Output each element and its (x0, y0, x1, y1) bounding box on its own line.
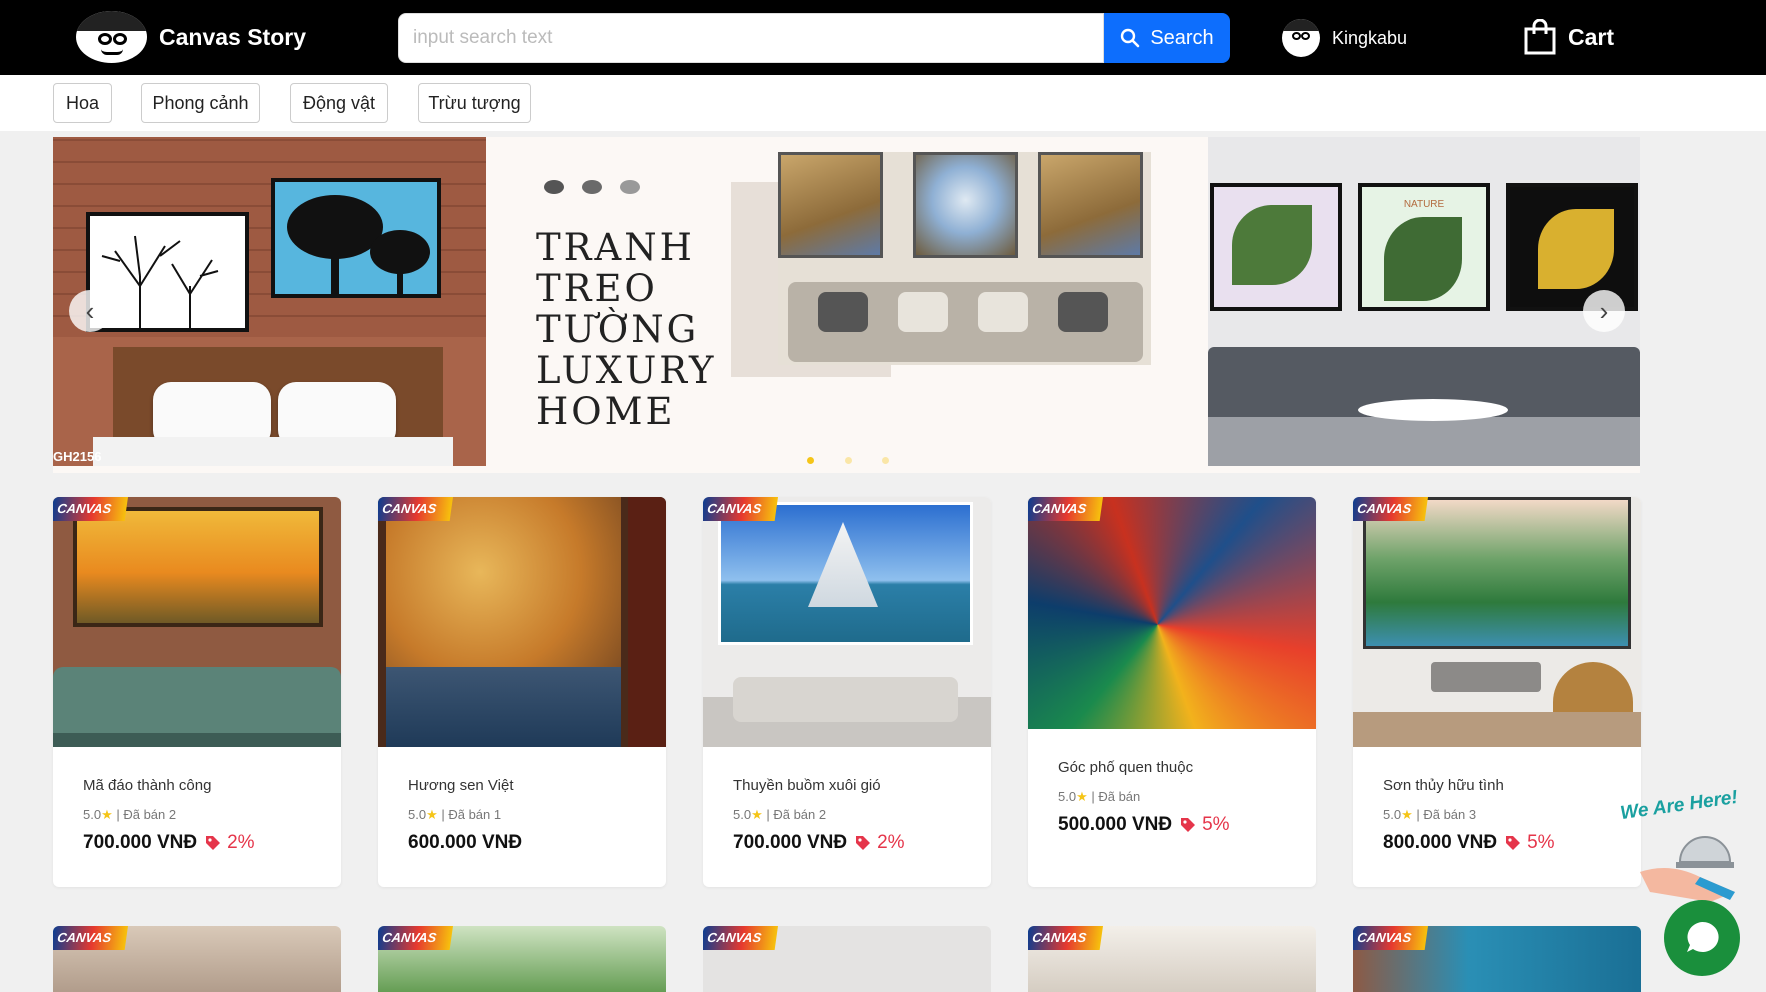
canvas-badge: CANVAS (1028, 497, 1103, 521)
star-icon: ★ (751, 807, 763, 822)
discount-tag: 2% (855, 832, 905, 854)
carousel-indicator-1[interactable] (807, 457, 814, 464)
user-menu[interactable]: Kingkabu (1282, 19, 1407, 57)
product-name: Thuyền buồm xuôi gió (733, 777, 881, 794)
tag-icon (206, 836, 221, 850)
product-meta: 5.0★ | Đã bán 2 (83, 807, 177, 822)
room-mockup (778, 152, 1151, 365)
product-meta: 5.0★ | Đã bán (1058, 789, 1141, 804)
category-phong-canh[interactable]: Phong cảnh (141, 83, 260, 123)
product-name: Sơn thủy hữu tình (1383, 777, 1504, 794)
product-card[interactable]: CANVAS Góc phố quen thuộc 5.0★ | Đã bán … (1028, 497, 1316, 887)
chevron-left-icon: ‹ (85, 295, 95, 326)
canvas-badge: CANVAS (703, 497, 778, 521)
top-navbar: Canvas Story Search Kingkabu Cart (0, 0, 1766, 75)
discount-tag: 2% (205, 832, 255, 854)
discount-tag: 5% (1505, 832, 1555, 854)
brand-name: Canvas Story (159, 23, 307, 50)
chevron-right-icon: › (1599, 295, 1609, 326)
cart-label: Cart (1568, 23, 1615, 50)
star-icon: ★ (1401, 807, 1413, 822)
product-card[interactable]: CANVAS Thuyền buồm xuôi gió 5.0★ | Đã bá… (703, 497, 991, 887)
star-icon: ★ (1076, 789, 1088, 804)
chat-button[interactable] (1664, 900, 1740, 976)
product-price: 600.000 VNĐ (408, 832, 523, 853)
product-price: 700.000 VNĐ 2% (83, 832, 255, 854)
artwork-frame: NATURE (1358, 183, 1490, 311)
product-card[interactable]: CANVAS Hương sen Việt 5.0★ | Đã bán 1 60… (378, 497, 666, 887)
product-price: 700.000 VNĐ 2% (733, 832, 905, 854)
category-hoa[interactable]: Hoa (53, 83, 112, 123)
category-truu-tuong[interactable]: Trừu tượng (418, 83, 531, 123)
carousel-prev-button[interactable]: ‹ (69, 290, 111, 332)
carousel-indicator-3[interactable] (882, 457, 889, 464)
product-card[interactable]: CANVAS Sơn thủy hữu tình 5.0★ | Đã bán 3… (1353, 497, 1641, 887)
brand-logo[interactable]: Canvas Story (76, 11, 306, 63)
tag-icon (1181, 818, 1196, 832)
artwork-frame (1210, 183, 1342, 311)
canvas-badge: CANVAS (53, 926, 128, 950)
product-image: CANVAS (53, 497, 341, 747)
product-image: CANVAS (703, 497, 991, 747)
artwork-frame (1506, 183, 1638, 311)
canvas-badge: CANVAS (378, 497, 453, 521)
star-icon: ★ (101, 807, 113, 822)
cart-button[interactable]: Cart (1524, 19, 1614, 55)
product-image: CANVAS (1353, 497, 1641, 747)
product-name: Mã đáo thành công (83, 777, 212, 794)
service-bell-icon (1640, 836, 1735, 902)
star-icon: ★ (426, 807, 438, 822)
tag-icon (1506, 836, 1521, 850)
canvas-badge: CANVAS (1028, 926, 1103, 950)
mascot-logo-icon (76, 11, 147, 63)
search-button[interactable]: Search (1104, 13, 1230, 63)
carousel-indicator-2[interactable] (845, 457, 852, 464)
decor-dots (544, 180, 640, 194)
chat-bubble-icon (1687, 921, 1719, 952)
banner-slide-leaf-art: NATURE (1208, 137, 1640, 466)
search-input[interactable] (398, 13, 1104, 63)
search-button-label: Search (1150, 26, 1214, 49)
product-meta: 5.0★ | Đã bán 1 (408, 807, 502, 822)
search-bar: Search (398, 13, 1230, 63)
carousel-next-button[interactable]: › (1583, 290, 1625, 332)
banner-carousel[interactable]: GH2156 TRANH TREO TƯỜNG LUXURY HOME NATU… (53, 137, 1640, 473)
canvas-badge: CANVAS (1353, 926, 1428, 950)
artwork-frame (271, 178, 441, 298)
product-card[interactable]: CANVAS (1353, 926, 1641, 992)
user-name: Kingkabu (1332, 27, 1408, 48)
product-name: Góc phố quen thuộc (1058, 759, 1194, 776)
shopping-bag-icon (1524, 19, 1556, 55)
product-image: CANVAS (378, 497, 666, 747)
product-meta: 5.0★ | Đã bán 3 (1383, 807, 1477, 822)
tag-icon (856, 836, 871, 850)
canvas-badge: CANVAS (703, 926, 778, 950)
canvas-badge: CANVAS (1353, 497, 1428, 521)
banner-slide-luxury: TRANH TREO TƯỜNG LUXURY HOME (486, 137, 1208, 466)
banner-slide-tree-art: GH2156 (53, 137, 486, 466)
canvas-badge: CANVAS (53, 497, 128, 521)
product-price: 500.000 VNĐ 5% (1058, 814, 1230, 836)
product-card[interactable]: CANVAS (53, 926, 341, 992)
product-name: Hương sen Việt (408, 777, 514, 794)
product-card[interactable]: CANVAS (703, 926, 991, 992)
product-code: GH2156 (53, 449, 102, 464)
category-dong-vat[interactable]: Động vật (290, 83, 388, 123)
discount-tag: 5% (1180, 814, 1230, 836)
product-card[interactable]: CANVAS (1028, 926, 1316, 992)
product-price: 800.000 VNĐ 5% (1383, 832, 1555, 854)
category-bar: Hoa Phong cảnh Động vật Trừu tượng (0, 75, 1766, 131)
avatar (1282, 19, 1320, 57)
banner-slogan: TRANH TREO TƯỜNG LUXURY HOME (536, 226, 717, 433)
search-icon (1121, 28, 1140, 48)
product-card[interactable]: CANVAS Mã đáo thành công 5.0★ | Đã bán 2… (53, 497, 341, 887)
product-image: CANVAS (1028, 497, 1316, 729)
product-meta: 5.0★ | Đã bán 2 (733, 807, 827, 822)
canvas-badge: CANVAS (378, 926, 453, 950)
product-card[interactable]: CANVAS (378, 926, 666, 992)
